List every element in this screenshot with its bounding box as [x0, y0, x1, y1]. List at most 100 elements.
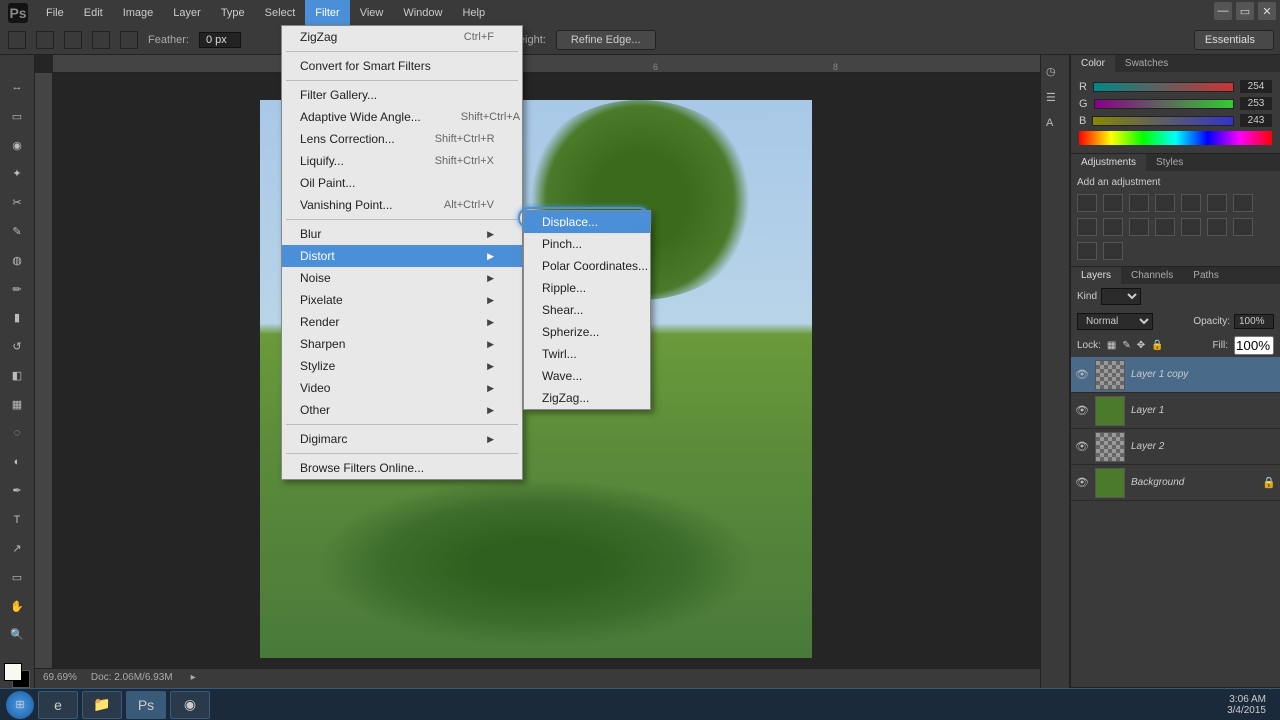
distort-spherize[interactable]: Spherize...: [524, 321, 650, 343]
filter-digimarc[interactable]: Digimarc▶: [282, 428, 522, 450]
gradient-tool-icon[interactable]: ▦: [6, 394, 28, 415]
brush-tool-icon[interactable]: ✏: [6, 279, 28, 300]
filter-stylize[interactable]: Stylize▶: [282, 355, 522, 377]
menu-type[interactable]: Type: [211, 0, 255, 25]
selection-add-icon[interactable]: [64, 31, 82, 49]
minimize-button[interactable]: —: [1214, 2, 1232, 20]
tab-swatches[interactable]: Swatches: [1115, 55, 1178, 72]
healing-tool-icon[interactable]: ◍: [6, 250, 28, 271]
tool-preset-icon[interactable]: [8, 31, 26, 49]
filter-distort[interactable]: Distort▶: [282, 245, 522, 267]
menu-select[interactable]: Select: [255, 0, 306, 25]
selection-intersect-icon[interactable]: [120, 31, 138, 49]
filter-browse-online[interactable]: Browse Filters Online...: [282, 457, 522, 479]
refine-edge-button[interactable]: Refine Edge...: [556, 30, 656, 50]
move-tool-icon[interactable]: ↔: [6, 77, 28, 98]
eraser-tool-icon[interactable]: ◧: [6, 365, 28, 386]
stamp-tool-icon[interactable]: ▮: [6, 308, 28, 329]
filter-liquify[interactable]: Liquify...Shift+Ctrl+X: [282, 150, 522, 172]
path-tool-icon[interactable]: ↗: [6, 538, 28, 559]
adj-exposure-icon[interactable]: [1155, 194, 1175, 212]
distort-ripple[interactable]: Ripple...: [524, 277, 650, 299]
b-slider[interactable]: [1092, 116, 1234, 126]
adj-threshold-icon[interactable]: [1233, 218, 1253, 236]
crop-tool-icon[interactable]: ✂: [6, 192, 28, 213]
g-value[interactable]: 253: [1240, 97, 1272, 110]
r-value[interactable]: 254: [1240, 80, 1272, 93]
tab-layers[interactable]: Layers: [1071, 267, 1121, 284]
adj-invert-icon[interactable]: [1181, 218, 1201, 236]
kind-select[interactable]: [1101, 288, 1141, 305]
filter-sharpen[interactable]: Sharpen▶: [282, 333, 522, 355]
taskbar-ie[interactable]: e: [38, 691, 78, 719]
adj-gradientmap-icon[interactable]: [1077, 242, 1097, 260]
layer-thumb[interactable]: [1095, 468, 1125, 498]
menu-filter[interactable]: Filter: [305, 0, 349, 25]
adj-selectivecolor-icon[interactable]: [1103, 242, 1123, 260]
zoom-level[interactable]: 69.69%: [43, 672, 77, 685]
close-button[interactable]: ✕: [1258, 2, 1276, 20]
adj-levels-icon[interactable]: [1103, 194, 1123, 212]
adj-colorbalance-icon[interactable]: [1233, 194, 1253, 212]
filter-video[interactable]: Video▶: [282, 377, 522, 399]
eyedropper-tool-icon[interactable]: ✎: [6, 221, 28, 242]
filter-noise[interactable]: Noise▶: [282, 267, 522, 289]
filter-other[interactable]: Other▶: [282, 399, 522, 421]
lock-pixels-icon[interactable]: ✎: [1122, 340, 1130, 351]
selection-new-icon[interactable]: [36, 31, 54, 49]
status-arrow-icon[interactable]: ▸: [191, 672, 196, 685]
start-button[interactable]: ⊞: [6, 691, 34, 719]
lock-all-icon[interactable]: 🔒: [1151, 340, 1163, 351]
b-value[interactable]: 243: [1240, 114, 1272, 127]
distort-polar[interactable]: Polar Coordinates...: [524, 255, 650, 277]
tab-paths[interactable]: Paths: [1183, 267, 1229, 284]
marquee-tool-icon[interactable]: ▭: [6, 106, 28, 127]
filter-blur[interactable]: Blur▶: [282, 223, 522, 245]
distort-shear[interactable]: Shear...: [524, 299, 650, 321]
color-swatches[interactable]: [4, 663, 30, 688]
adj-hue-icon[interactable]: [1207, 194, 1227, 212]
filter-pixelate[interactable]: Pixelate▶: [282, 289, 522, 311]
hand-tool-icon[interactable]: ✋: [6, 596, 28, 617]
wand-tool-icon[interactable]: ✦: [6, 163, 28, 184]
adj-photofilter-icon[interactable]: [1103, 218, 1123, 236]
adj-channelmix-icon[interactable]: [1129, 218, 1149, 236]
lasso-tool-icon[interactable]: ◉: [6, 135, 28, 156]
filter-lens[interactable]: Lens Correction...Shift+Ctrl+R: [282, 128, 522, 150]
adj-vibrance-icon[interactable]: [1181, 194, 1201, 212]
visibility-icon[interactable]: 👁: [1075, 440, 1089, 453]
distort-pinch[interactable]: Pinch...: [524, 233, 650, 255]
filter-last[interactable]: ZigZagCtrl+F: [282, 26, 522, 48]
layer-row[interactable]: 👁Background🔒: [1071, 465, 1280, 501]
r-slider[interactable]: [1093, 82, 1234, 92]
filter-convert-smart[interactable]: Convert for Smart Filters: [282, 55, 522, 77]
workspace-switcher[interactable]: Essentials: [1194, 30, 1274, 50]
filter-gallery[interactable]: Filter Gallery...: [282, 84, 522, 106]
tab-channels[interactable]: Channels: [1121, 267, 1183, 284]
fill-input[interactable]: [1234, 336, 1274, 355]
layer-thumb[interactable]: [1095, 432, 1125, 462]
distort-displace[interactable]: Displace...: [524, 211, 650, 233]
taskbar-chrome[interactable]: ◉: [170, 691, 210, 719]
adj-bw-icon[interactable]: [1077, 218, 1097, 236]
distort-zigzag[interactable]: ZigZag...: [524, 387, 650, 409]
menu-view[interactable]: View: [350, 0, 394, 25]
visibility-icon[interactable]: 👁: [1075, 368, 1089, 381]
history-brush-icon[interactable]: ↺: [6, 336, 28, 357]
filter-adaptive[interactable]: Adaptive Wide Angle...Shift+Ctrl+A: [282, 106, 522, 128]
distort-wave[interactable]: Wave...: [524, 365, 650, 387]
distort-twirl[interactable]: Twirl...: [524, 343, 650, 365]
layer-row[interactable]: 👁Layer 1: [1071, 393, 1280, 429]
lock-position-icon[interactable]: ✥: [1137, 340, 1145, 351]
history-icon[interactable]: ◷: [1046, 65, 1064, 83]
blend-mode-select[interactable]: Normal: [1077, 313, 1153, 330]
filter-vanish[interactable]: Vanishing Point...Alt+Ctrl+V: [282, 194, 522, 216]
adj-curves-icon[interactable]: [1129, 194, 1149, 212]
menu-edit[interactable]: Edit: [74, 0, 113, 25]
g-slider[interactable]: [1094, 99, 1234, 109]
properties-icon[interactable]: ☰: [1046, 91, 1064, 109]
app-logo[interactable]: Ps: [8, 3, 28, 23]
adj-colorlookup-icon[interactable]: [1155, 218, 1175, 236]
adj-brightness-icon[interactable]: [1077, 194, 1097, 212]
tab-adjustments[interactable]: Adjustments: [1071, 154, 1146, 171]
